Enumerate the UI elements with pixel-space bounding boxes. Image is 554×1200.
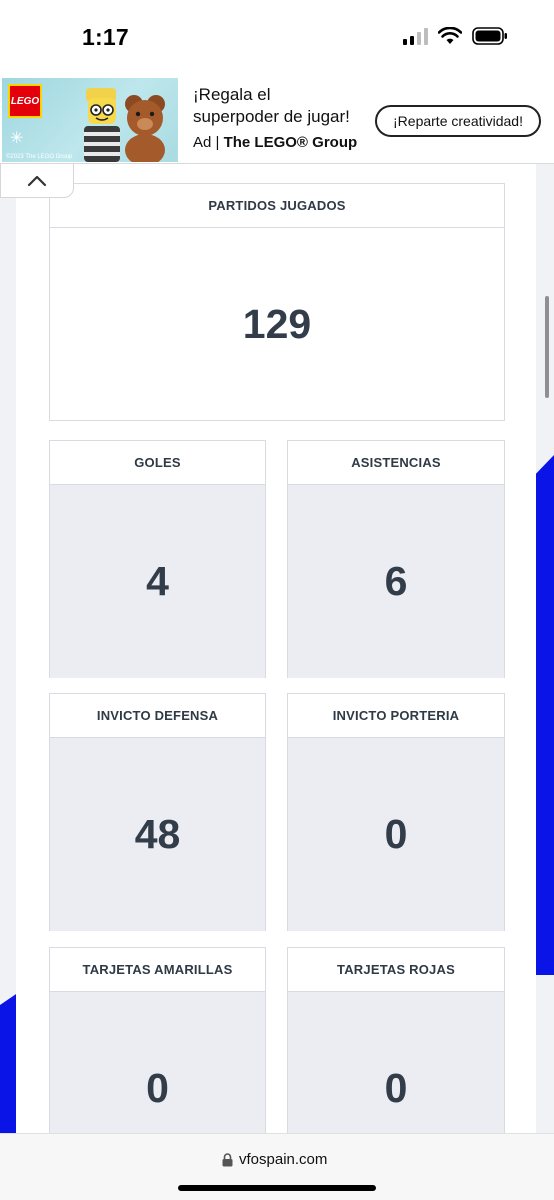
stat-card-tarjetas-rojas: TARJETAS ROJAS 0 (287, 947, 505, 1185)
stat-card-goles: GOLES 4 (49, 440, 266, 678)
ad-image[interactable]: LEGO ✳ ©2023 The LEGO Group (2, 78, 178, 162)
ad-headline-line-2: superpoder de jugar! (193, 107, 350, 126)
stat-value: 129 (242, 301, 312, 347)
collapse-ad-button[interactable] (0, 164, 74, 198)
lock-icon (222, 1152, 233, 1166)
ad-label: Ad | (193, 134, 220, 151)
stat-label: GOLES (50, 441, 265, 485)
stat-label: TARJETAS ROJAS (288, 948, 504, 992)
ad-cta-button[interactable]: ¡Reparte creatividad! (375, 105, 541, 137)
cellular-signal-icon (403, 27, 428, 45)
stat-card-invicto-porteria: INVICTO PORTERIA 0 (287, 693, 505, 931)
ad-copyright: ©2023 The LEGO Group (6, 154, 73, 160)
status-icons (403, 27, 508, 45)
lego-logo: LEGO (8, 84, 42, 118)
stat-value: 48 (50, 738, 265, 931)
stat-label: ASISTENCIAS (288, 441, 504, 485)
ad-headline-line-1: ¡Regala el (193, 85, 271, 104)
stat-card-tarjetas-amarillas: TARJETAS AMARILLAS 0 (49, 947, 266, 1185)
home-indicator[interactable] (178, 1185, 376, 1191)
url-display[interactable]: vfospain.com (222, 1151, 327, 1168)
stat-card-partidos: PARTIDOS JUGADOS 129 (49, 183, 505, 421)
stat-card-asistencias: ASISTENCIAS 6 (287, 440, 505, 678)
stat-label: INVICTO PORTERIA (288, 694, 504, 738)
stat-value: 6 (288, 485, 504, 678)
stat-label: TARJETAS AMARILLAS (50, 948, 265, 992)
ad-banner[interactable]: LEGO ✳ ©2023 The LEGO Group ¡Regala el s… (0, 76, 554, 164)
wifi-icon (438, 27, 462, 45)
stat-label: INVICTO DEFENSA (50, 694, 265, 738)
ad-minifigure-illustration (84, 88, 165, 162)
status-bar: 1:17 (0, 0, 554, 76)
url-text: vfospain.com (239, 1151, 328, 1168)
chevron-up-icon (27, 175, 47, 186)
stat-value: 0 (288, 738, 504, 931)
battery-icon (472, 27, 508, 45)
ad-headline[interactable]: ¡Regala el superpoder de jugar! (193, 84, 350, 128)
ad-source: Ad | The LEGO® Group (193, 134, 357, 151)
stat-card-invicto-defensa: INVICTO DEFENSA 48 (49, 693, 266, 931)
status-time: 1:17 (82, 24, 129, 50)
scrollbar-thumb[interactable] (545, 296, 549, 398)
snowflake-icon: ✳ (10, 130, 24, 147)
ad-advertiser: The LEGO® Group (223, 134, 358, 151)
stat-value: 4 (50, 485, 265, 678)
browser-address-bar[interactable]: vfospain.com (0, 1133, 554, 1200)
stat-label: PARTIDOS JUGADOS (50, 184, 504, 228)
